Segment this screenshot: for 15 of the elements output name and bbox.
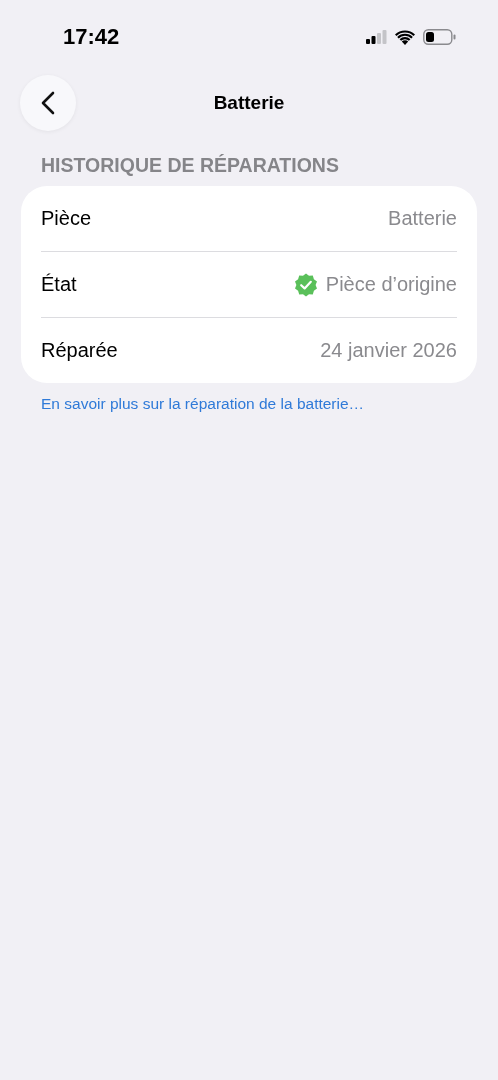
back-button[interactable] xyxy=(20,75,76,131)
row-label: Pièce xyxy=(41,207,92,230)
row-value: Pièce d’origine xyxy=(325,273,457,296)
row-value: Batterie xyxy=(388,207,457,230)
wifi-icon xyxy=(395,29,415,45)
page-title: Batterie xyxy=(213,92,285,114)
chevron-left-icon xyxy=(41,91,55,115)
row-value: 24 janvier 2026 xyxy=(320,339,457,362)
section-header: HISTORIQUE DE RÉPARATIONS xyxy=(41,154,340,177)
signal-icon xyxy=(366,30,387,44)
row-label: État xyxy=(41,273,77,296)
learn-more-link[interactable]: En savoir plus sur la réparation de la batterie… xyxy=(41,395,498,413)
battery-icon xyxy=(423,29,456,45)
status-time: 17:42 xyxy=(63,24,120,50)
row-label: Réparée xyxy=(41,339,118,362)
